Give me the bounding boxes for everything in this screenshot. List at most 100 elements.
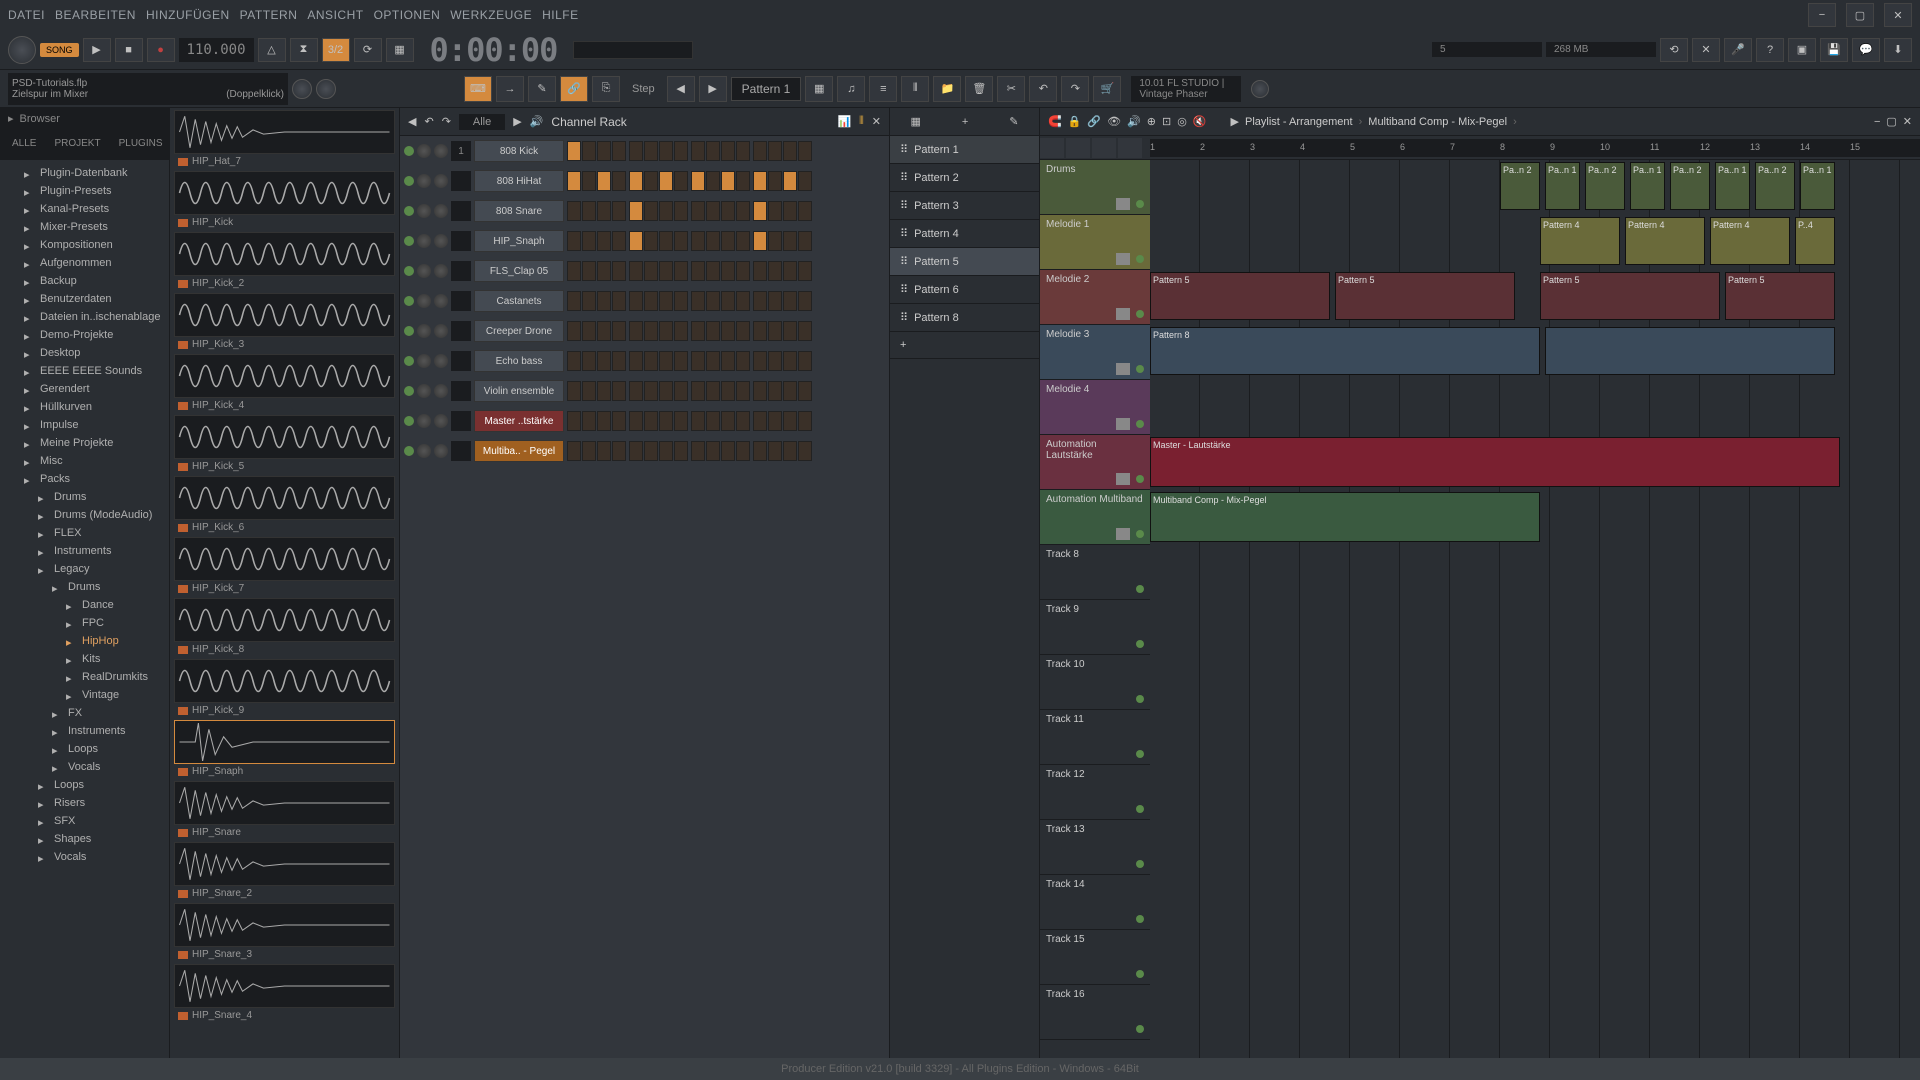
step-9[interactable] (706, 261, 720, 281)
channel-pan-knob[interactable] (417, 204, 431, 218)
clip-19[interactable]: Multiband Comp - Mix-Pegel (1150, 492, 1540, 542)
tree-item-kits[interactable]: ▸Kits (0, 650, 169, 668)
channel-mixer-track[interactable] (451, 291, 471, 311)
step-0[interactable] (567, 231, 581, 251)
step-4[interactable] (629, 321, 643, 341)
track-header-15[interactable]: Track 16 (1040, 985, 1150, 1040)
step-2[interactable] (597, 351, 611, 371)
step-15[interactable] (798, 141, 812, 161)
cr-redo[interactable]: ↷ (442, 115, 451, 128)
step-9[interactable] (706, 201, 720, 221)
channel-name-button[interactable]: 808 Kick (474, 140, 564, 162)
channel-name-button[interactable]: Multiba.. - Pegel (474, 440, 564, 462)
step-4[interactable] (629, 141, 643, 161)
step-0[interactable] (567, 261, 581, 281)
step-7[interactable] (674, 321, 688, 341)
step-14[interactable] (783, 441, 797, 461)
channel-mixer-track[interactable]: 1 (451, 141, 471, 161)
track-header-2[interactable]: Melodie 2 (1040, 270, 1150, 325)
sample-hip_snare_2[interactable]: HIP_Snare_2 (174, 842, 395, 901)
step-15[interactable] (798, 291, 812, 311)
channel-pan-knob[interactable] (417, 294, 431, 308)
step-9[interactable] (706, 351, 720, 371)
step-9[interactable] (706, 291, 720, 311)
step-7[interactable] (674, 201, 688, 221)
channel-pan-knob[interactable] (417, 234, 431, 248)
step-13[interactable] (768, 411, 782, 431)
step-10[interactable] (721, 261, 735, 281)
pl-draw-tool[interactable] (1040, 138, 1064, 158)
channel-mixer-track[interactable] (451, 261, 471, 281)
countdown-button[interactable]: 3/2 (322, 38, 350, 62)
step-12[interactable] (753, 411, 767, 431)
typing-keyboard-button[interactable]: ⌨ (464, 76, 492, 102)
channel-vol-knob[interactable] (434, 354, 448, 368)
playlist-play-icon[interactable]: ▶ (1231, 115, 1239, 128)
step-10[interactable] (721, 141, 735, 161)
channel-mute-led[interactable] (404, 296, 414, 306)
channel-mute-led[interactable] (404, 176, 414, 186)
tree-item-vintage[interactable]: ▸Vintage (0, 686, 169, 704)
playlist-magnet-icon[interactable]: 🧲 (1048, 115, 1062, 128)
tree-item-eeee-eeee-sounds[interactable]: ▸EEEE EEEE Sounds (0, 362, 169, 380)
step-9[interactable] (706, 141, 720, 161)
step-9[interactable] (706, 441, 720, 461)
pl-close-icon[interactable]: ✕ (1903, 115, 1912, 128)
tree-item-kanal-presets[interactable]: ▸Kanal-Presets (0, 200, 169, 218)
step-4[interactable] (629, 291, 643, 311)
step-12[interactable] (753, 291, 767, 311)
channel-vol-knob[interactable] (434, 144, 448, 158)
channel-mixer-track[interactable] (451, 441, 471, 461)
tree-item-aufgenommen[interactable]: ▸Aufgenommen (0, 254, 169, 272)
step-9[interactable] (706, 171, 720, 191)
track-mute-led[interactable] (1136, 640, 1144, 648)
account-button[interactable]: ⬇ (1884, 38, 1912, 62)
step-0[interactable] (567, 441, 581, 461)
clip-16[interactable]: Pattern 8 (1150, 327, 1540, 375)
pattern-item-6[interactable]: ⠿Pattern 8 (890, 304, 1039, 332)
tree-item-drums[interactable]: ▸Drums (0, 488, 169, 506)
step-1[interactable] (582, 231, 596, 251)
track-mute-led[interactable] (1136, 805, 1144, 813)
channel-name-button[interactable]: FLS_Clap 05 (474, 260, 564, 282)
piano-roll-button[interactable]: ♫ (837, 76, 865, 102)
tree-item-sfx[interactable]: ▸SFX (0, 812, 169, 830)
step-14[interactable] (783, 291, 797, 311)
cr-options-icon[interactable]: ⫴ (859, 115, 864, 128)
tree-item-mixer-presets[interactable]: ▸Mixer-Presets (0, 218, 169, 236)
step-11[interactable] (736, 261, 750, 281)
tree-item-fx[interactable]: ▸FX (0, 704, 169, 722)
step-2[interactable] (597, 261, 611, 281)
sample-hip_snare[interactable]: HIP_Snare (174, 781, 395, 840)
channel-mute-led[interactable] (404, 236, 414, 246)
preview-knob[interactable] (1251, 80, 1269, 98)
track-header-12[interactable]: Track 13 (1040, 820, 1150, 875)
step-2[interactable] (597, 441, 611, 461)
snap-prev-button[interactable]: ◀ (667, 76, 695, 102)
track-mute-led[interactable] (1136, 310, 1144, 318)
step-12[interactable] (753, 261, 767, 281)
pl-tool-fit[interactable]: ⊡ (1162, 115, 1171, 128)
step-4[interactable] (629, 231, 643, 251)
clip-8[interactable]: Pattern 4 (1540, 217, 1620, 265)
midi-button[interactable]: ✕ (1692, 38, 1720, 62)
tree-item-backup[interactable]: ▸Backup (0, 272, 169, 290)
tempo-display[interactable]: 110.000 (179, 38, 254, 62)
step-7[interactable] (674, 411, 688, 431)
clip-9[interactable]: Pattern 4 (1625, 217, 1705, 265)
pl-tool-mute[interactable]: 🔇 (1193, 115, 1207, 128)
step-8[interactable] (691, 351, 705, 371)
step-5[interactable] (644, 141, 658, 161)
track-mute-led[interactable] (1136, 970, 1144, 978)
step-12[interactable] (753, 141, 767, 161)
pattern-item-0[interactable]: ⠿Pattern 1 (890, 136, 1039, 164)
track-mute-led[interactable] (1136, 420, 1144, 428)
sample-hip_kick_2[interactable]: HIP_Kick_2 (174, 232, 395, 291)
channel-pan-knob[interactable] (417, 144, 431, 158)
step-5[interactable] (644, 231, 658, 251)
step-1[interactable] (582, 291, 596, 311)
channel-name-button[interactable]: Master ..tstärke (474, 410, 564, 432)
track-mute-led[interactable] (1136, 750, 1144, 758)
sample-hip_kick_7[interactable]: HIP_Kick_7 (174, 537, 395, 596)
step-9[interactable] (706, 231, 720, 251)
